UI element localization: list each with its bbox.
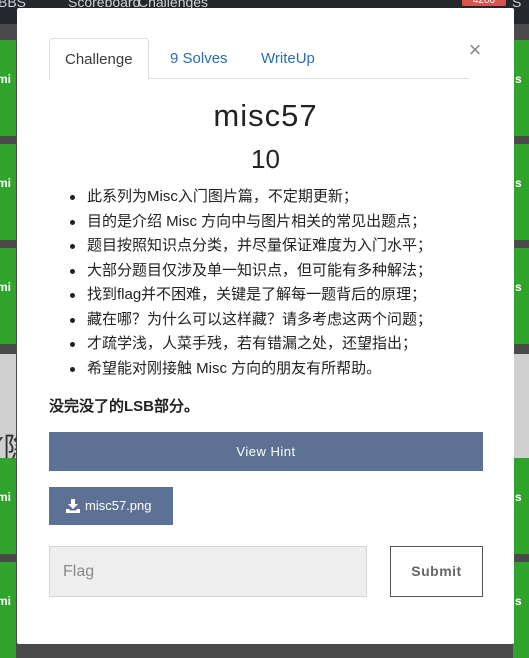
challenge-modal: × Challenge 9 Solves WriteUp misc57 10 此… [17,8,514,644]
description-item: 希望能对刚接触 Misc 方向的朋友有所帮助。 [69,357,432,382]
challenge-tile[interactable]: mi [0,40,16,136]
download-icon [66,499,80,513]
description-item: 才疏学浅，人菜手残，若有错漏之处，还望指出； [69,332,432,357]
challenge-tile[interactable]: mi [0,562,16,658]
challenge-tile[interactable]: mi [0,144,16,240]
description-item: 大部分题目仅涉及单一知识点，但可能有多种解法； [69,259,432,284]
tab-solves[interactable]: 9 Solves [170,38,228,78]
close-icon[interactable]: × [467,39,483,61]
description-item: 题目按照知识点分类，并尽量保证难度为入门水平； [69,234,432,259]
challenge-tile[interactable]: mi [0,248,16,344]
submit-button[interactable]: Submit [390,546,483,597]
file-name: misc57.png [85,498,152,513]
description-item: 此系列为Misc入门图片篇，不定期更新； [69,185,432,210]
challenge-tile[interactable]: s [513,248,529,344]
challenge-tile[interactable]: s [513,144,529,240]
view-hint-button[interactable]: View Hint [49,432,483,471]
tab-challenge[interactable]: Challenge [49,38,149,80]
challenge-points: 10 [251,144,280,174]
challenge-subtitle: 没完没了的LSB部分。 [49,398,200,415]
score-badge: 4200 [462,0,506,6]
challenge-description: 此系列为Misc入门图片篇，不定期更新； 目的是介绍 Misc 方向中与图片相关… [61,185,432,381]
background-tiles-right: s s s s s [513,34,529,658]
challenge-tile[interactable]: s [513,458,529,554]
download-file-button[interactable]: misc57.png [49,487,173,525]
tab-writeup[interactable]: WriteUp [261,38,315,78]
challenge-tile[interactable]: s [513,40,529,136]
modal-tabs: Challenge 9 Solves WriteUp [49,38,469,80]
description-item: 目的是介绍 Misc 方向中与图片相关的常见出题点； [69,210,432,235]
flag-input[interactable] [49,546,367,597]
challenge-tile[interactable]: s [513,562,529,658]
description-item: 藏在哪？为什么可以这样藏？请多考虑这两个问题； [69,308,432,333]
background-tiles-left: mi mi mi (隐 mi mi [0,34,31,658]
challenge-tile[interactable]: mi [0,458,16,554]
description-item: 找到flag并不困难，关键是了解每一题背后的原理； [69,283,432,308]
challenge-title: misc57 [213,98,318,133]
